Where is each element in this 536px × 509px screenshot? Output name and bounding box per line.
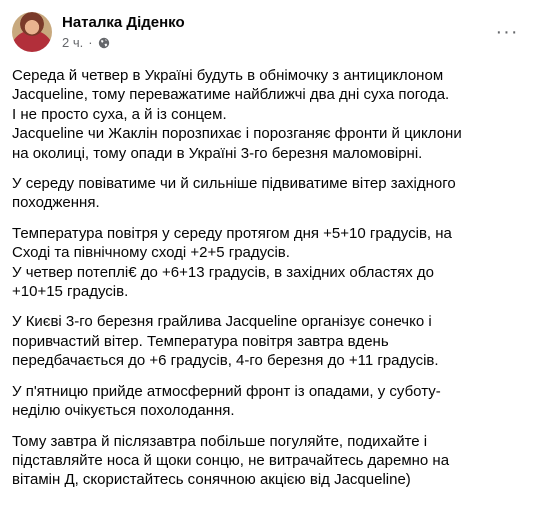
post-paragraph: Тому завтра й післязавтра побільше погул… [12, 432, 450, 489]
post-subline: 2 ч. · [62, 35, 185, 51]
post-body: Середа й четвер в Україні будуть в обнім… [12, 66, 517, 501]
post-paragraph: У Києві 3-го березня грайлива Jacqueline… [12, 313, 439, 370]
post-paragraph: Середа й четвер в Україні будуть в обнім… [12, 67, 462, 162]
post-paragraph: Температура повітря у середу протягом дн… [12, 224, 452, 301]
post-paragraph: У п'ятницю прийде атмосферний фронт із о… [12, 382, 441, 420]
author-name[interactable]: Наталка Діденко [62, 13, 185, 32]
post-header: Наталка Діденко 2 ч. · [12, 10, 185, 54]
post-paragraph: У середу повіватиме чи й сильніше підвив… [12, 175, 456, 212]
post-meta: Наталка Діденко 2 ч. · [62, 13, 185, 51]
post-timestamp[interactable]: 2 ч. [62, 35, 83, 51]
globe-icon[interactable] [98, 37, 110, 49]
author-avatar[interactable] [12, 12, 52, 52]
facebook-post: Наталка Діденко 2 ч. · ··· Середа й четв… [0, 0, 536, 509]
separator-dot: · [88, 35, 93, 50]
more-options-icon[interactable]: ··· [492, 21, 522, 43]
